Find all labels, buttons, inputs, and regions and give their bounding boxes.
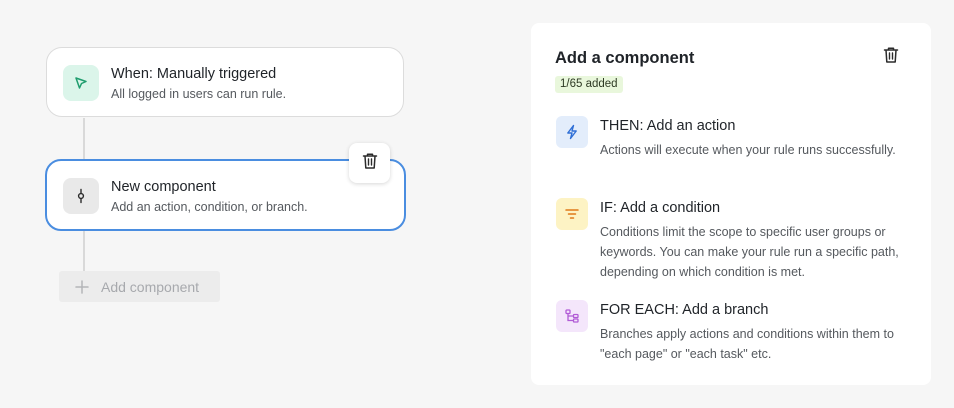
option-title: IF: Add a condition <box>600 200 721 216</box>
trigger-node-title: When: Manually triggered <box>111 66 277 82</box>
flow-connector-line <box>83 118 85 160</box>
panel-title: Add a component <box>555 49 695 67</box>
add-component-panel: Add a component 1/65 added THEN: Add an … <box>531 23 931 385</box>
count-badge: 1/65 added <box>555 76 623 93</box>
option-title: THEN: Add an action <box>600 118 736 134</box>
flow-connector-line <box>83 230 85 272</box>
cursor-click-icon <box>63 65 99 101</box>
option-title: FOR EACH: Add a branch <box>600 302 769 318</box>
plus-icon <box>75 279 89 294</box>
add-component-button[interactable]: Add component <box>59 271 220 302</box>
lightning-icon <box>556 116 588 148</box>
trash-icon <box>362 152 378 175</box>
trigger-node-subtitle: All logged in users can run rule. <box>111 87 287 101</box>
add-component-label: Add component <box>101 278 200 295</box>
delete-node-button[interactable] <box>349 143 390 183</box>
component-icon <box>63 178 99 214</box>
option-description: Conditions limit the scope to specific u… <box>600 225 899 279</box>
option-description: Actions will execute when your rule runs… <box>600 143 896 157</box>
trash-icon <box>883 46 899 69</box>
filter-lines-icon <box>556 198 588 230</box>
new-component-node-subtitle: Add an action, condition, or branch. <box>111 200 308 214</box>
new-component-node-title: New component <box>111 179 216 195</box>
branch-icon <box>556 300 588 332</box>
panel-delete-button[interactable] <box>881 46 901 69</box>
option-description: Branches apply actions and conditions wi… <box>600 327 894 361</box>
trigger-node[interactable]: When: Manually triggered All logged in u… <box>46 47 404 117</box>
